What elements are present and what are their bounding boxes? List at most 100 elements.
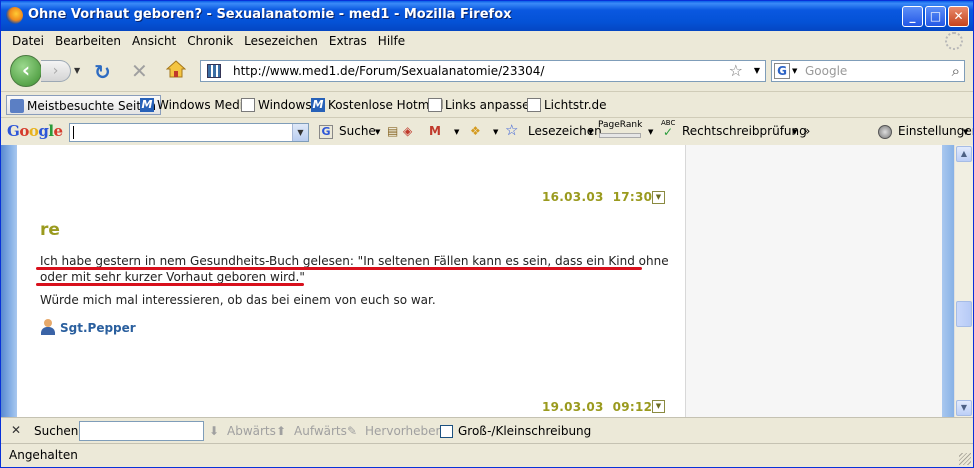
google-logo-letter: e (53, 122, 64, 140)
search-box[interactable]: G ▼ Google ⌕ (771, 60, 965, 82)
post-text-line: oder mit sehr kurzer Vorhaut geboren wir… (40, 270, 305, 284)
news-icon[interactable]: ▤ (387, 124, 398, 138)
vertical-scrollbar[interactable]: ▲ ▼ (954, 145, 973, 417)
google-suche-button[interactable]: Suche (339, 124, 376, 138)
search-engine-dropdown-icon[interactable]: ▼ (792, 67, 797, 75)
google-logo[interactable]: Google (7, 122, 63, 140)
bookmark-folder-icon (10, 99, 24, 113)
bookmark-star-icon[interactable]: ☆ (729, 61, 743, 80)
bookmark-hotmail[interactable]: M Kostenlose Hotmail (308, 95, 443, 115)
rechtschreib-dropdown-icon[interactable]: ▼ (792, 128, 797, 136)
menu-chronik[interactable]: Chronik (187, 31, 233, 51)
navigation-toolbar: ‹ › ▼ ↻ ✕ http://www.med1.de/Forum/Sexua… (1, 51, 973, 91)
rechtschreib-button[interactable]: Rechtschreibprüfung (682, 124, 807, 138)
menu-extras[interactable]: Extras (329, 31, 367, 51)
magnifier-icon[interactable]: ⌕ (952, 62, 960, 80)
browser-window: Ohne Vorhaut geboren? - Sexualanatomie -… (0, 0, 974, 468)
pagerank-bar (599, 133, 641, 138)
close-button[interactable]: ✕ (948, 6, 969, 27)
site-favicon-icon (207, 64, 221, 78)
menu-datei[interactable]: Datei (12, 31, 44, 51)
find-next-arrow-icon[interactable]: ⬇ (209, 424, 219, 438)
gmail-icon[interactable]: M (429, 124, 441, 138)
user-icon (40, 319, 55, 335)
forward-button[interactable]: › (41, 60, 71, 82)
star-bookmark-icon[interactable]: ☆ (505, 121, 518, 139)
find-previous-arrow-icon[interactable]: ⬆ (276, 424, 286, 438)
pagerank-label: PageRank (598, 120, 643, 130)
minimize-button[interactable]: _ (902, 6, 923, 27)
menu-lesezeichen[interactable]: Lesezeichen (244, 31, 318, 51)
close-findbar-icon[interactable]: ✕ (11, 423, 21, 437)
status-bar: Angehalten (1, 443, 973, 467)
puzzle-dropdown-icon[interactable]: ▼ (493, 128, 498, 136)
page-icon (428, 98, 442, 112)
menu-ansicht[interactable]: Ansicht (132, 31, 176, 51)
google-toolbar: Google ▼ G Suche ▼ ▤ ◈ M ▼ ❖ ▼ ☆ Lesezei… (1, 117, 973, 145)
menu-hilfe[interactable]: Hilfe (378, 31, 405, 51)
spellcheck-check-icon[interactable]: ✓ (663, 125, 673, 139)
red-annotation-underline (36, 283, 304, 286)
post-date: 19.03.03 09:12 (542, 400, 653, 414)
url-history-dropdown-icon[interactable]: ▼ (754, 66, 760, 75)
post-menu-toggle-icon[interactable]: ▼ (652, 191, 665, 204)
history-dropdown-icon[interactable]: ▼ (74, 66, 80, 75)
bookmark-lichtstr[interactable]: Lichtstr.de (524, 95, 607, 115)
find-input[interactable] (79, 421, 204, 441)
back-button[interactable]: ‹ (10, 55, 42, 87)
suche-dropdown-icon[interactable]: ▼ (375, 128, 380, 136)
einstellungen-dropdown-icon[interactable]: ▼ (963, 128, 968, 136)
title-bar[interactable]: Ohne Vorhaut geboren? - Sexualanatomie -… (1, 1, 973, 31)
stop-button[interactable]: ✕ (131, 59, 148, 83)
activity-throbber-icon (945, 32, 963, 50)
more-chevron[interactable]: » (803, 124, 810, 138)
page-left-border (1, 145, 17, 417)
menu-bearbeiten[interactable]: Bearbeiten (55, 31, 121, 51)
search-placeholder: Google (805, 64, 848, 78)
bookmark-windows-media[interactable]: M Windows Media (137, 95, 250, 115)
address-bar[interactable]: http://www.med1.de/Forum/Sexualanatomie/… (200, 60, 766, 82)
resize-grip-icon[interactable] (959, 453, 971, 465)
bookmark-label: Windows (258, 98, 312, 112)
bookmark-windows[interactable]: Windows (238, 95, 312, 115)
bookmark-label: Windows Media (157, 98, 251, 112)
highlight-pen-icon[interactable]: ✎ (347, 424, 357, 438)
msn-icon: M (140, 98, 154, 112)
bookmarks-toolbar: Meistbesuchte Seiten M Windows Media Win… (1, 91, 973, 117)
sidebar-pane (686, 145, 942, 417)
google-g-icon[interactable]: G (319, 125, 333, 139)
post-date: 16.03.03 17:30 (542, 190, 653, 204)
gmail-dropdown-icon[interactable]: ▼ (454, 128, 459, 136)
scroll-up-icon[interactable]: ▲ (956, 146, 972, 162)
match-case-label[interactable]: Groß-/Kleinschreibung (458, 424, 591, 438)
match-case-checkbox[interactable] (440, 425, 453, 438)
scroll-thumb[interactable] (956, 301, 972, 327)
post-text-line: Würde mich mal interessieren, ob das bei… (40, 293, 436, 307)
search-engine-icon[interactable]: G (774, 63, 790, 79)
scroll-down-icon[interactable]: ▼ (956, 400, 972, 416)
find-next-button[interactable]: Abwärts (227, 424, 276, 438)
post-menu-toggle-icon[interactable]: ▼ (652, 400, 665, 413)
page-right-border (942, 145, 954, 417)
highlight-button[interactable]: Hervorheben (365, 424, 443, 438)
pagerank-dropdown-icon[interactable]: ▼ (648, 128, 653, 136)
page-icon (527, 98, 541, 112)
find-previous-button[interactable]: Aufwärts (294, 424, 347, 438)
window-title: Ohne Vorhaut geboren? - Sexualanatomie -… (28, 7, 512, 22)
google-search-history-dropdown-icon[interactable]: ▼ (292, 124, 308, 141)
puzzle-icon[interactable]: ❖ (470, 124, 481, 138)
settings-wrench-icon[interactable] (878, 125, 892, 139)
google-logo-letter: g (38, 122, 49, 140)
text-caret (73, 126, 74, 139)
home-button[interactable] (166, 60, 186, 78)
page-content: 16.03.03 17:30 ▼ re Ich habe gestern in … (1, 145, 973, 417)
lesezeichen-dropdown-icon[interactable]: ▼ (588, 128, 593, 136)
firefox-icon (6, 7, 23, 24)
maximize-button[interactable]: □ (925, 6, 946, 27)
google-search-input[interactable]: ▼ (69, 123, 309, 142)
bookmark-links-anpassen[interactable]: Links anpassen (425, 95, 537, 115)
msn-icon: M (311, 98, 325, 112)
reload-button[interactable]: ↻ (94, 60, 111, 84)
post-author-link[interactable]: Sgt.Pepper (40, 319, 136, 335)
highlight-icon[interactable]: ◈ (403, 124, 412, 138)
